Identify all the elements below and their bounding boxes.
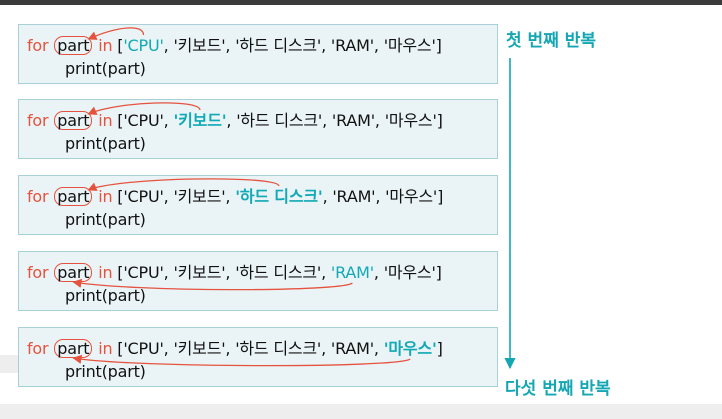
arrows-layer	[72, 27, 516, 370]
iteration-arrow-3	[87, 178, 280, 191]
iteration-arrow-4	[72, 278, 353, 291]
iteration-arrow-5	[72, 354, 411, 367]
first-iteration-label: 첫 번째 반복	[506, 31, 597, 51]
iteration-arrow-2	[87, 102, 201, 115]
last-iteration-label: 다섯 번째 반복	[505, 379, 611, 399]
iteration-arrow-1	[87, 27, 145, 40]
